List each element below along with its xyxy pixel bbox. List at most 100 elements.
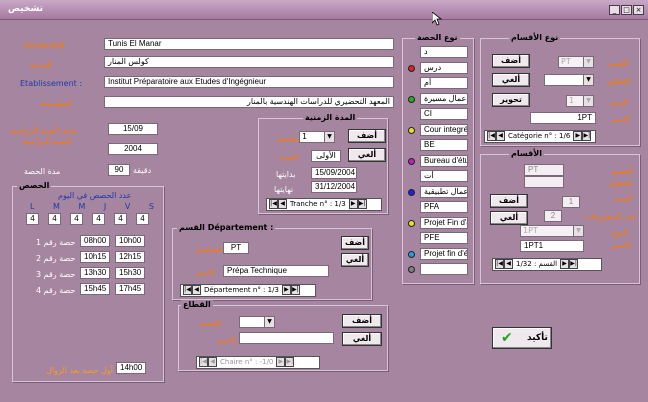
chair-add-button[interactable]: أضف [342,314,382,328]
last-icon[interactable]: ▶| [582,131,592,141]
maximize-button[interactable]: □ [621,5,632,15]
session-type-field[interactable]: أعمال تطبيقية [420,185,468,198]
next-icon[interactable]: ▶ [276,357,286,367]
color-swatch-icon[interactable] [408,219,415,227]
establishment-ar-label: المؤسسة [40,99,72,108]
last-icon[interactable]: ▶| [569,259,579,269]
first-icon[interactable]: |◀ [269,199,278,209]
cls-add-button[interactable]: أضف [490,194,528,208]
last-icon[interactable]: ▶| [357,199,367,209]
cls-dept-field[interactable]: PT [524,164,564,176]
cat-modify-button[interactable]: تحوير [492,93,530,107]
next-icon[interactable]: ▶ [281,285,291,295]
session-end-field[interactable]: 15h30 [115,267,145,279]
cls-cancel-button[interactable]: ألغي [490,211,528,225]
session-type-field[interactable]: د [420,46,468,58]
cls-year-field[interactable]: 1 [562,196,580,208]
cat-dept-dropdown[interactable]: PT ▼ [558,56,594,68]
session-start-field[interactable]: 08h00 [80,235,110,247]
period-cancel-button[interactable]: ألغي [348,148,386,162]
color-swatch-icon[interactable] [408,95,415,103]
color-swatch-icon[interactable] [408,126,415,134]
session-end-field[interactable]: 12h15 [115,251,145,263]
cls-type-dropdown[interactable]: 1PT ▼ [520,225,584,237]
cls-name-field[interactable]: 1PT1 [520,240,584,252]
first-icon[interactable]: |◀ [495,259,504,269]
prev-icon[interactable]: ◀ [496,131,505,141]
session-type-field[interactable]: CI [420,108,468,120]
color-swatch-icon[interactable] [408,250,415,258]
period-add-button[interactable]: أضف [348,129,386,143]
color-swatch-icon[interactable] [408,157,415,165]
day-count-field[interactable]: 4 [26,213,39,225]
first-icon[interactable]: |◀ [487,131,496,141]
department-code-field[interactable]: PT [223,242,249,254]
session-type-field[interactable]: PFA [420,201,468,213]
session-type-field[interactable]: Cour integré [420,123,468,136]
first-icon[interactable]: |◀ [199,357,208,367]
establishment-fr-field[interactable]: Institut Préparatoire aux Etudes d'Ingég… [104,76,394,88]
establishment-ar-field[interactable]: المعهد التحضيري للدراسات الهندسية بالمنا… [104,96,394,108]
last-icon[interactable]: ▶| [290,285,300,295]
color-swatch-icon[interactable] [408,188,415,196]
period-end-field[interactable]: 31/12/2004 [311,181,357,193]
department-name-field[interactable]: Prépa Technique [223,265,329,277]
city-field[interactable]: كولس المنار [104,56,394,68]
cls-groups-field[interactable]: 2 [544,210,562,222]
day-count-field[interactable]: 4 [114,213,127,225]
session-start-field[interactable]: 10h15 [80,251,110,263]
prev-icon[interactable]: ◀ [278,199,287,209]
minimize-button[interactable]: _ [609,5,620,15]
last-icon[interactable]: ▶| [285,357,295,367]
color-swatch-icon[interactable] [408,266,415,273]
confirm-button[interactable]: ✔ تأكيد [492,327,552,349]
session-type-field[interactable]: Projet Fin d'an [420,216,468,229]
prev-icon[interactable]: ◀ [208,357,217,367]
cat-add-button[interactable]: أضف [492,54,530,68]
session-type-field[interactable]: أت [420,170,468,182]
university-field[interactable]: Tunis El Manar [104,38,394,50]
next-icon[interactable]: ▶ [573,131,583,141]
chair-name-field[interactable] [239,332,334,344]
day-count-field[interactable]: 4 [48,213,61,225]
chair-dept-dropdown[interactable]: ▼ [239,316,275,328]
prev-icon[interactable]: ◀ [192,285,201,295]
day-count-field[interactable]: 4 [70,213,83,225]
year-start-field[interactable]: 15/09 [108,123,158,135]
period-name-field[interactable]: الأولى [311,150,341,162]
session-type-field[interactable]: Bureau d'étude [420,154,468,167]
first-after-field[interactable]: 14h00 [116,362,146,374]
cat-sector-dropdown[interactable]: ▼ [544,74,594,86]
next-icon[interactable]: ▶ [560,259,570,269]
period-num-dropdown[interactable]: 1 ▼ [299,131,335,143]
cat-name-field[interactable]: 1PT [530,112,596,124]
close-button[interactable]: × [633,5,644,15]
session-end-field[interactable]: 17h45 [115,283,145,295]
cat-cancel-button[interactable]: ألغي [492,73,530,87]
session-end-field[interactable]: 10h00 [115,235,145,247]
session-type-field[interactable]: Projet fin d'étu [420,247,468,260]
first-icon[interactable]: |◀ [183,285,192,295]
session-type-field[interactable]: BE [420,139,468,151]
duration-field[interactable]: 90 [108,164,130,176]
session-type-field[interactable]: PFE [420,232,468,244]
chair-cancel-button[interactable]: ألغي [342,332,382,346]
day-count-field[interactable]: 4 [136,213,149,225]
session-type-field[interactable]: أعمال مسيرة [420,92,468,105]
cls-sector-field[interactable] [524,176,564,188]
day-label: M [53,202,60,211]
color-swatch-icon[interactable] [408,64,415,72]
period-start-field[interactable]: 15/09/2004 [311,167,357,179]
cat-year-dropdown[interactable]: 1 ▼ [566,95,594,107]
day-count-field[interactable]: 4 [92,213,105,225]
department-cancel-button[interactable]: ألغي [341,253,369,267]
school-year-field[interactable]: 2004 [108,143,158,155]
prev-icon[interactable]: ◀ [504,259,513,269]
session-type-field[interactable] [420,263,468,275]
next-icon[interactable]: ▶ [348,199,358,209]
department-add-button[interactable]: أضف [341,236,369,250]
session-start-field[interactable]: 15h45 [80,283,110,295]
session-type-field[interactable]: أم [420,77,468,89]
session-start-field[interactable]: 13h30 [80,267,110,279]
session-type-field[interactable]: درس [420,61,468,74]
